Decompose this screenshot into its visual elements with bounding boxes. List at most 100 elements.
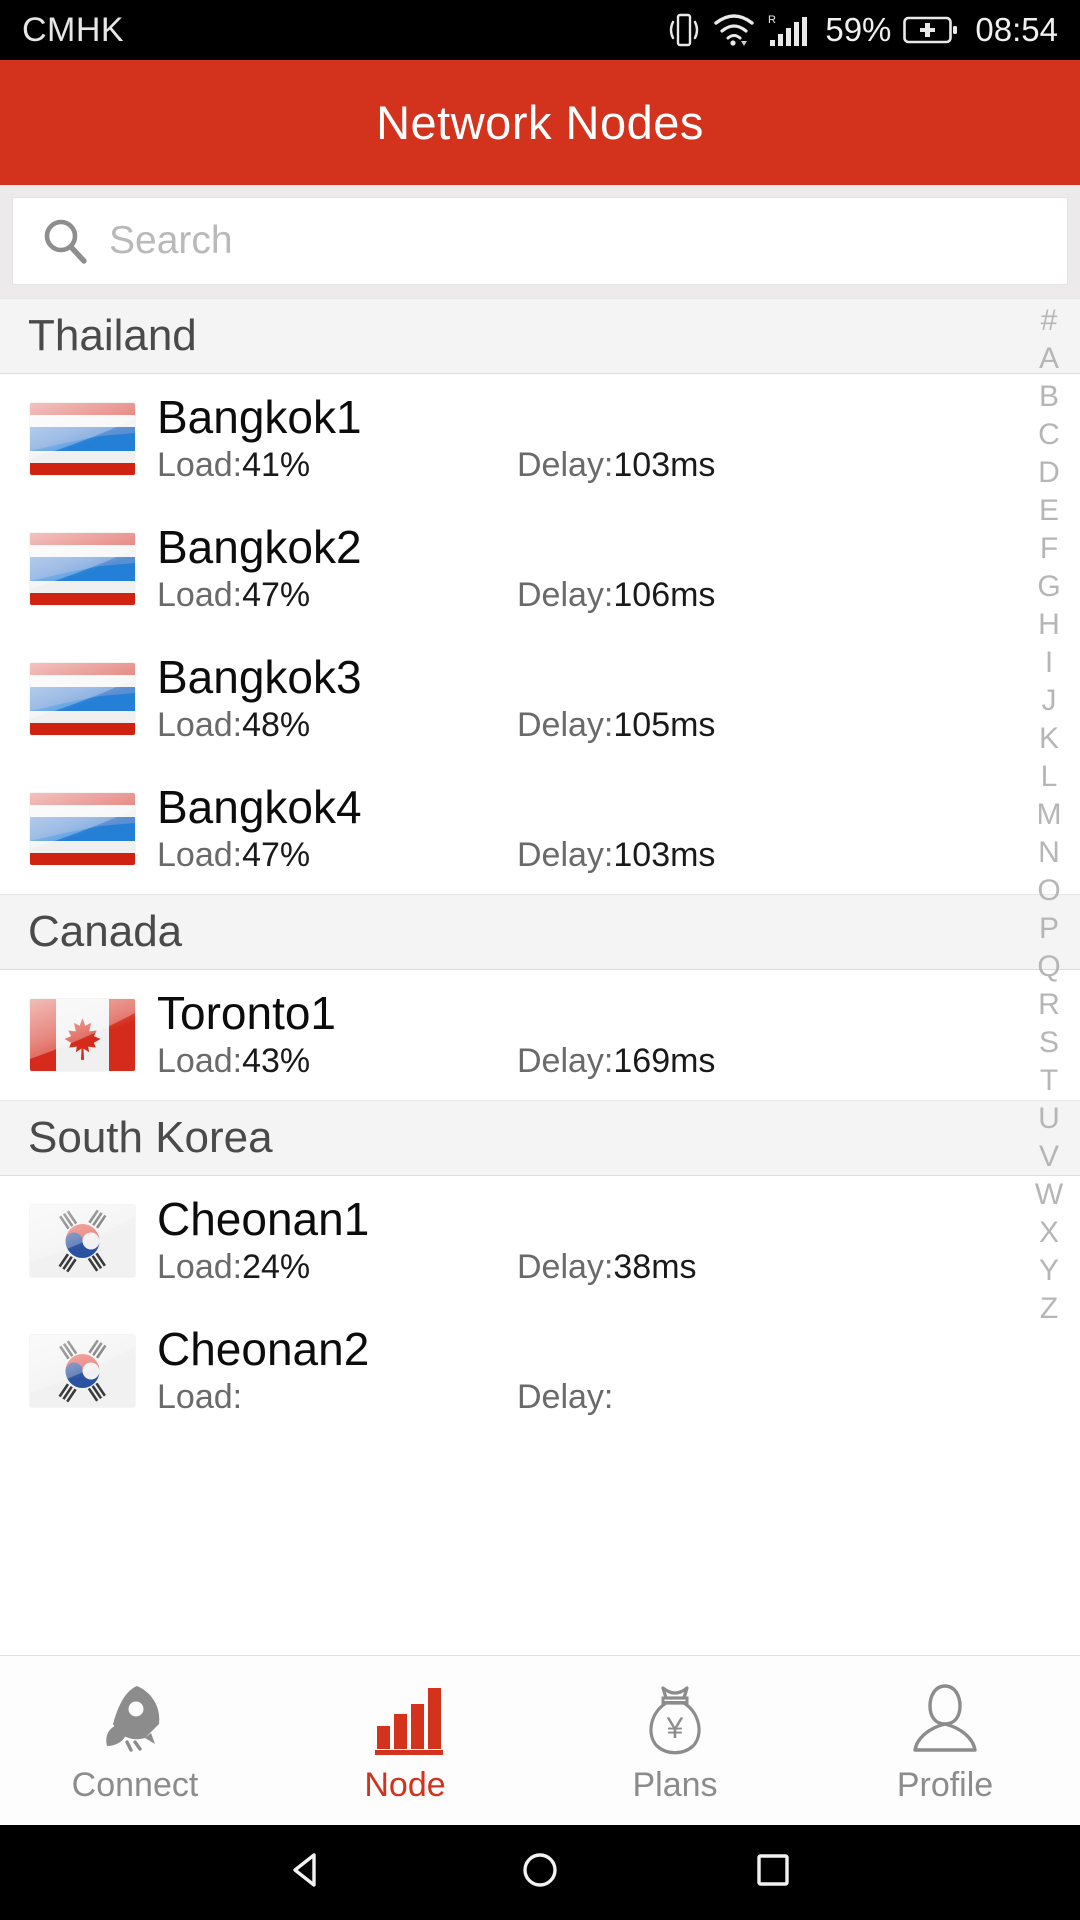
alphabet-index-item[interactable]: Y [1018, 1252, 1080, 1290]
node-delay: Delay:103ms [517, 446, 715, 485]
bar-chart-icon [363, 1676, 447, 1760]
svg-text:R: R [768, 14, 776, 26]
alphabet-index-item[interactable]: T [1018, 1062, 1080, 1100]
alphabet-index-item[interactable]: C [1018, 416, 1080, 454]
node-delay: Delay:106ms [517, 576, 715, 615]
tab-node[interactable]: Node [270, 1656, 540, 1825]
node-load: Load:47% [157, 576, 517, 615]
back-triangle-icon[interactable] [283, 1846, 331, 1899]
flag-thailand-icon [30, 793, 135, 865]
alphabet-index[interactable]: # A B C D E F G H I J K L M N O P Q R S T U V W X Y Z [1018, 298, 1080, 1655]
search-box[interactable] [12, 197, 1068, 285]
node-stats: Load:41% Delay:103ms [157, 446, 1080, 485]
alphabet-index-item[interactable]: P [1018, 910, 1080, 948]
search-icon [39, 215, 91, 267]
node-row[interactable]: Bangkok1 Load:41% Delay:103ms [0, 374, 1080, 504]
node-name: Bangkok4 [157, 781, 362, 834]
alphabet-index-item[interactable]: O [1018, 872, 1080, 910]
tab-plans[interactable]: ¥ Plans [540, 1656, 810, 1825]
tab-profile[interactable]: Profile [810, 1656, 1080, 1825]
section-header-label: Canada [28, 907, 183, 956]
alphabet-index-item[interactable]: X [1018, 1214, 1080, 1252]
node-load-value: 48% [242, 705, 311, 744]
node-row[interactable]: Bangkok2 Load:47% Delay:106ms [0, 504, 1080, 634]
tab-label: Node [364, 1766, 446, 1804]
node-row[interactable]: Cheonan2 Load: Delay: [0, 1306, 1080, 1436]
wifi-icon [713, 12, 755, 48]
flag-south-korea-icon [30, 1205, 135, 1277]
alphabet-index-item[interactable]: K [1018, 720, 1080, 758]
money-bag-icon: ¥ [633, 1676, 717, 1760]
search-bar-container [0, 185, 1080, 298]
alphabet-index-item[interactable]: B [1018, 378, 1080, 416]
alphabet-index-item[interactable]: W [1018, 1176, 1080, 1214]
alphabet-index-item[interactable]: F [1018, 530, 1080, 568]
alphabet-index-item[interactable]: V [1018, 1138, 1080, 1176]
node-load: Load:41% [157, 446, 517, 485]
node-load: Load: [157, 1378, 517, 1417]
battery-charging-icon [903, 14, 959, 46]
alphabet-index-item[interactable]: R [1018, 986, 1080, 1024]
node-row[interactable]: Bangkok3 Load:48% Delay:105ms [0, 634, 1080, 764]
tab-label: Connect [71, 1766, 199, 1804]
node-stats: Load: Delay: [157, 1378, 1080, 1417]
node-load-value: 24% [242, 1247, 311, 1286]
alphabet-index-item[interactable]: I [1018, 644, 1080, 682]
node-delay: Delay:38ms [517, 1248, 697, 1287]
vibrate-icon [667, 10, 701, 50]
node-delay-label: Delay: [517, 1377, 614, 1416]
alphabet-index-item[interactable]: Q [1018, 948, 1080, 986]
alphabet-index-item[interactable]: # [1018, 302, 1080, 340]
recents-square-icon[interactable] [749, 1846, 797, 1899]
node-load-value: 47% [242, 835, 311, 874]
node-list[interactable]: Thailand Bangkok1 Load:41% Delay:103ms B… [0, 298, 1080, 1655]
svg-text:¥: ¥ [666, 1712, 684, 1745]
section-header: South Korea [0, 1100, 1080, 1176]
tab-label: Plans [632, 1766, 718, 1804]
battery-percent-label: 59% [825, 11, 892, 48]
node-row[interactable]: Cheonan1 Load:24% Delay:38ms [0, 1176, 1080, 1306]
node-delay-value: 106ms [613, 575, 716, 614]
section-header-label: Thailand [28, 311, 197, 360]
tab-connect[interactable]: Connect [0, 1656, 270, 1825]
node-load: Load:47% [157, 836, 517, 875]
section-header-label: South Korea [28, 1113, 273, 1162]
alphabet-index-item[interactable]: L [1018, 758, 1080, 796]
node-load: Load:24% [157, 1248, 517, 1287]
alphabet-index-item[interactable]: H [1018, 606, 1080, 644]
app-bar: Network Nodes [0, 60, 1080, 185]
node-delay: Delay: [517, 1378, 613, 1417]
node-delay-label: Delay: [517, 1247, 614, 1286]
alphabet-index-item[interactable]: M [1018, 796, 1080, 834]
node-info: Bangkok4 Load:47% Delay:103ms [157, 770, 1080, 888]
tab-label: Profile [896, 1766, 994, 1804]
alphabet-index-item[interactable]: G [1018, 568, 1080, 606]
node-load-label: Load: [157, 705, 243, 744]
node-name: Cheonan1 [157, 1193, 370, 1246]
alphabet-index-item[interactable]: E [1018, 492, 1080, 530]
carrier-label: CMHK [22, 10, 125, 49]
node-info: Bangkok3 Load:48% Delay:105ms [157, 640, 1080, 758]
home-circle-icon[interactable] [516, 1846, 564, 1899]
node-delay-label: Delay: [517, 445, 614, 484]
node-info: Bangkok1 Load:41% Delay:103ms [157, 380, 1080, 498]
alphabet-index-item[interactable]: A [1018, 340, 1080, 378]
cellular-signal-icon: R [767, 10, 813, 50]
node-delay-value: 169ms [613, 1041, 716, 1080]
node-list-area: Thailand Bangkok1 Load:41% Delay:103ms B… [0, 298, 1080, 1655]
node-row[interactable]: Bangkok4 Load:47% Delay:103ms [0, 764, 1080, 894]
alphabet-index-item[interactable]: S [1018, 1024, 1080, 1062]
alphabet-index-item[interactable]: Z [1018, 1290, 1080, 1328]
alphabet-index-item[interactable]: D [1018, 454, 1080, 492]
search-input[interactable] [109, 219, 1041, 263]
node-info: Bangkok2 Load:47% Delay:106ms [157, 510, 1080, 628]
node-stats: Load:47% Delay:106ms [157, 576, 1080, 615]
node-stats: Load:43% Delay:169ms [157, 1042, 1080, 1081]
node-row[interactable]: Toronto1 Load:43% Delay:169ms [0, 970, 1080, 1100]
alphabet-index-item[interactable]: N [1018, 834, 1080, 872]
alphabet-index-item[interactable]: J [1018, 682, 1080, 720]
alphabet-index-item[interactable]: U [1018, 1100, 1080, 1138]
flag-south-korea-icon [30, 1335, 135, 1407]
node-delay-label: Delay: [517, 1041, 614, 1080]
section-header: Thailand [0, 298, 1080, 374]
